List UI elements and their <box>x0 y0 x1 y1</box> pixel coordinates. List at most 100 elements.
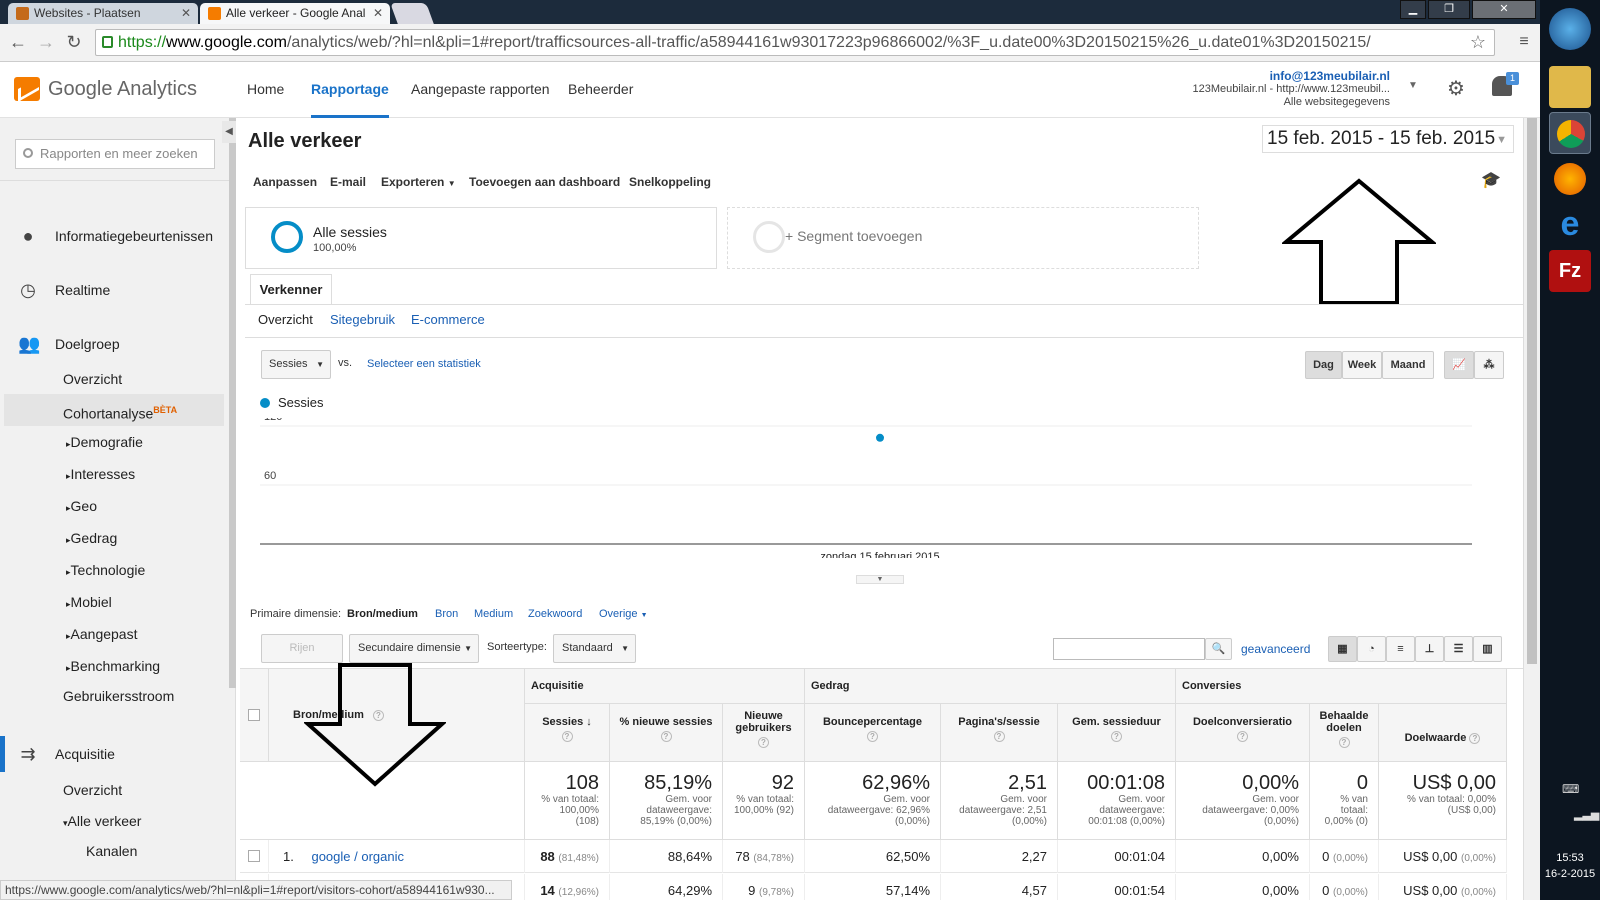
filezilla-icon[interactable]: Fz <box>1549 250 1591 292</box>
plot-rows-button[interactable]: Rijen weergeven <box>261 634 343 681</box>
shortcut-button[interactable]: Snelkoppeling <box>629 175 711 189</box>
date-range-picker[interactable]: 15 feb. 2015 - 15 feb. 2015 ▼ <box>1262 125 1514 153</box>
help-icon[interactable]: ? <box>1237 731 1248 742</box>
back-icon[interactable]: ← <box>6 30 30 54</box>
clock-time[interactable]: 15:53 <box>1540 852 1600 864</box>
windows-start-icon[interactable] <box>1549 8 1591 50</box>
add-segment-button[interactable]: + Segment toevoegen <box>727 207 1199 269</box>
account-dropdown-icon[interactable]: ▼ <box>1408 80 1418 91</box>
close-tab-icon[interactable]: ✕ <box>181 3 191 23</box>
help-icon[interactable]: ? <box>1469 733 1481 744</box>
help-icon[interactable]: ? <box>758 737 769 748</box>
help-icon[interactable]: ? <box>1111 731 1122 742</box>
minimize-window-button[interactable]: ▁ <box>1400 0 1426 19</box>
row-dimension-link[interactable]: google / organic <box>311 849 404 864</box>
firefox-icon[interactable] <box>1549 158 1591 200</box>
table-view-icon[interactable]: ▦ <box>1328 636 1357 662</box>
forward-icon[interactable]: → <box>34 30 58 54</box>
sidebar-scrollbar[interactable] <box>229 118 236 688</box>
segment-all-sessions[interactable]: Alle sessies 100,00% <box>245 207 717 269</box>
search-icon[interactable]: 🔍 <box>1205 638 1232 660</box>
sidebar-item-kanalen[interactable]: Kanalen <box>0 843 230 859</box>
dim-bron[interactable]: Bron <box>435 608 458 620</box>
nav-rapportage[interactable]: Rapportage <box>311 62 389 118</box>
col-goal-conv-rate[interactable]: Doelconversieratio? <box>1176 704 1310 762</box>
table-filter-input[interactable] <box>1053 638 1205 660</box>
performance-view-icon[interactable]: ≡ <box>1386 636 1415 662</box>
dim-bron-medium[interactable]: Bron/medium <box>347 608 418 620</box>
report-search-input[interactable]: Rapporten en meer zoeken <box>15 139 215 169</box>
scrollbar-thumb[interactable] <box>1527 118 1537 664</box>
sidebar-item-audience-overview[interactable]: Overzicht <box>0 371 230 387</box>
sidebar-item-benchmarking[interactable]: ▸Benchmarking <box>0 658 230 674</box>
pie-view-icon[interactable]: ◔ <box>1357 636 1386 662</box>
customize-button[interactable]: Aanpassen <box>253 175 317 189</box>
row-checkbox[interactable] <box>248 850 260 862</box>
motion-chart-icon[interactable]: ⁂ <box>1474 351 1504 379</box>
sidebar-item-audience[interactable]: 👥 Doelgroep <box>0 334 230 354</box>
sidebar-item-acq-overview[interactable]: Overzicht <box>0 782 230 798</box>
col-sessies[interactable]: Sessies ↓? <box>525 704 610 762</box>
bookmark-star-icon[interactable]: ☆ <box>1470 30 1486 55</box>
col-goal-value[interactable]: Doelwaarde ? <box>1379 704 1507 762</box>
add-to-dashboard-button[interactable]: Toevoegen aan dashboard <box>469 175 620 189</box>
reload-icon[interactable]: ↻ <box>62 30 86 54</box>
sidebar-item-gedrag[interactable]: ▸Gedrag <box>0 530 230 546</box>
col-goal-completions[interactable]: Behaalde doelen? <box>1310 704 1379 762</box>
col-avg-duration[interactable]: Gem. sessieduur? <box>1058 704 1176 762</box>
granularity-week-button[interactable]: Week <box>1342 351 1382 379</box>
file-explorer-icon[interactable] <box>1549 66 1591 108</box>
restore-window-button[interactable]: ❐ <box>1428 0 1470 19</box>
url-bar[interactable]: https://www.google.com/analytics/web/?hl… <box>95 29 1495 56</box>
subtab-sitegebruik[interactable]: Sitegebruik <box>330 312 395 327</box>
granularity-day-button[interactable]: Dag <box>1305 351 1342 379</box>
nav-custom-reports[interactable]: Aangepaste rapporten <box>411 62 550 118</box>
help-icon[interactable]: ? <box>660 731 672 742</box>
new-tab-button[interactable] <box>390 3 434 24</box>
browser-tab-analytics[interactable]: Alle verkeer - Google Anal ✕ <box>200 3 390 24</box>
internet-explorer-icon[interactable]: e <box>1549 204 1591 246</box>
dim-overige[interactable]: Overige ▼ <box>599 608 648 620</box>
pivot-view-icon[interactable]: ▥ <box>1473 636 1502 662</box>
sidebar-item-all-traffic[interactable]: ▾Alle verkeer <box>0 813 230 829</box>
signal-icon[interactable]: ▂▃▅ <box>1574 808 1599 821</box>
sidebar-item-aangepast[interactable]: ▸Aangepast <box>0 626 230 642</box>
close-window-button[interactable]: ✕ <box>1472 0 1536 19</box>
advanced-filter-link[interactable]: geavanceerd <box>1241 642 1310 656</box>
granularity-month-button[interactable]: Maand <box>1382 351 1434 379</box>
col-new-users[interactable]: Nieuwe gebruikers? <box>723 704 805 762</box>
clock-date[interactable]: 16-2-2015 <box>1540 868 1600 880</box>
col-bounce[interactable]: Bouncepercentage? <box>805 704 941 762</box>
col-pages-per-session[interactable]: Pagina's/sessie? <box>941 704 1058 762</box>
keyboard-icon[interactable]: ⌨ <box>1562 782 1579 796</box>
help-icon[interactable]: ? <box>993 731 1005 742</box>
sort-type-select[interactable]: Standaard ▼ <box>553 634 636 663</box>
chrome-icon[interactable] <box>1549 112 1591 154</box>
subtab-overzicht[interactable]: Overzicht <box>258 312 313 327</box>
gear-icon[interactable]: ⚙ <box>1447 76 1465 101</box>
sidebar-item-realtime[interactable]: ◷ Realtime <box>0 280 230 300</box>
col-new-sessions-pct[interactable]: % nieuwe sessies? <box>610 704 723 762</box>
chrome-menu-icon[interactable]: ≡ <box>1512 30 1536 54</box>
dim-zoekwoord[interactable]: Zoekwoord <box>528 608 582 620</box>
email-button[interactable]: E-mail <box>330 175 366 189</box>
sidebar-item-mobiel[interactable]: ▸Mobiel <box>0 594 230 610</box>
account-selector[interactable]: info@123meubilair.nl 123Meubilair.nl - h… <box>1193 70 1391 109</box>
graduation-cap-icon[interactable]: 🎓 <box>1481 170 1501 190</box>
nav-beheerder[interactable]: Beheerder <box>568 62 633 118</box>
line-chart-icon[interactable]: 📈 <box>1444 351 1474 379</box>
subtab-ecommerce[interactable]: E-commerce <box>411 312 485 327</box>
close-tab-icon[interactable]: ✕ <box>373 3 383 23</box>
export-button[interactable]: Exporteren ▼ <box>381 175 456 189</box>
dim-medium[interactable]: Medium <box>474 608 513 620</box>
help-icon[interactable]: ? <box>1338 737 1350 748</box>
browser-tab-websites[interactable]: Websites - Plaatsen ✕ <box>8 3 198 24</box>
select-statistic-link[interactable]: Selecteer een statistiek <box>367 358 481 370</box>
sidebar-item-cohort[interactable]: CohortanalyseBÈTA <box>4 394 224 426</box>
nav-home[interactable]: Home <box>247 62 284 118</box>
comparison-view-icon[interactable]: ⊥ <box>1415 636 1444 662</box>
sidebar-item-interesses[interactable]: ▸Interesses <box>0 466 230 482</box>
help-icon[interactable]: ? <box>561 731 573 742</box>
chart-resize-handle[interactable]: ▼ <box>856 575 904 584</box>
sidebar-item-acquisitie[interactable]: ⇉ Acquisitie <box>0 744 230 764</box>
